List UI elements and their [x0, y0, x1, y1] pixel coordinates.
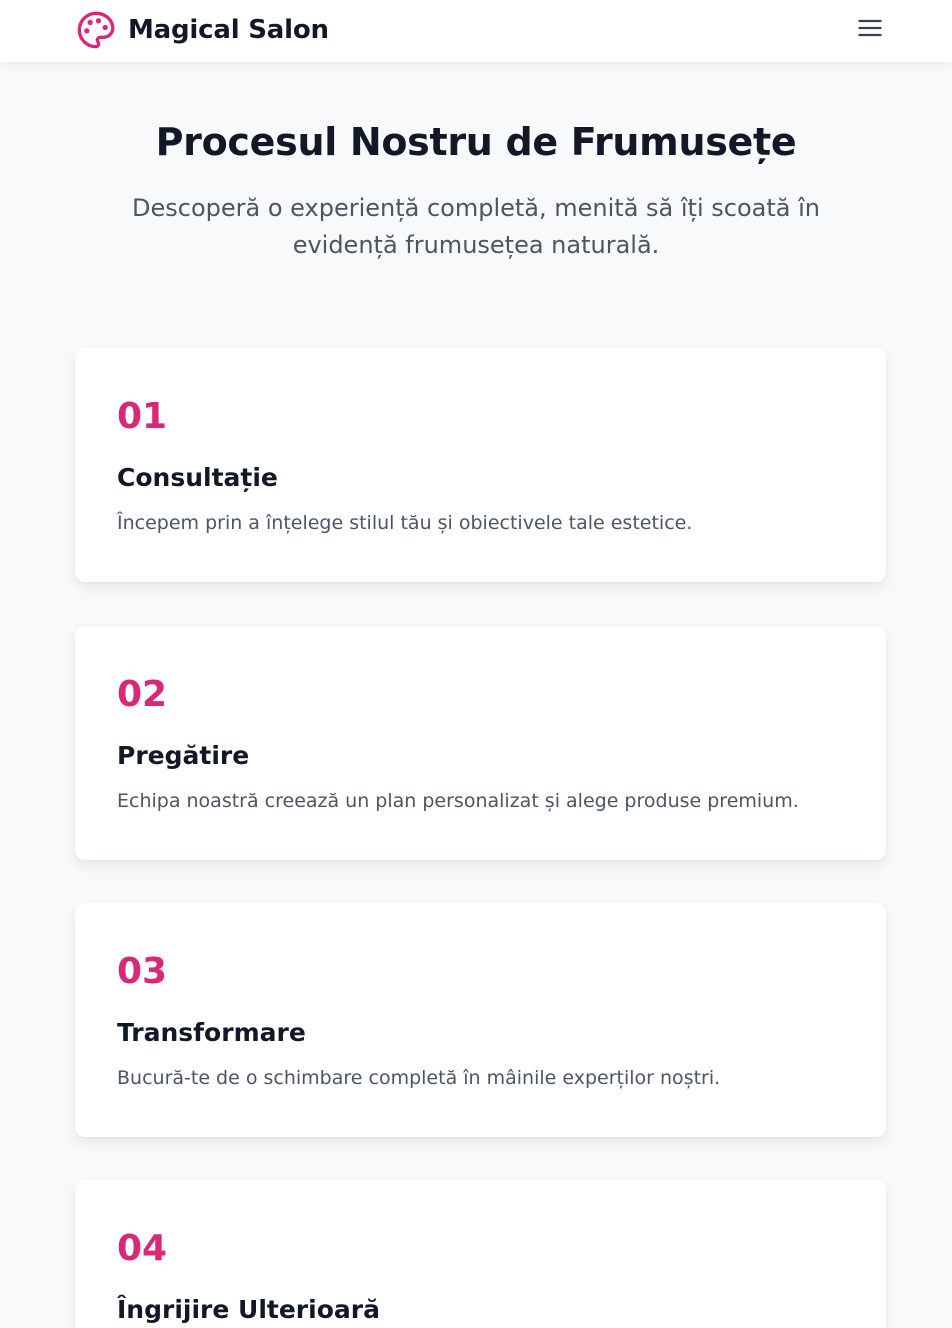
palette-icon: [76, 10, 116, 50]
step-title: Transformare: [117, 1018, 306, 1047]
menu-button[interactable]: [856, 16, 884, 44]
navbar: Magical Salon: [0, 0, 952, 62]
section-title: Procesul Nostru de Frumusețe: [155, 120, 797, 164]
step-card: 04 Îngrijire Ulterioară: [75, 1180, 886, 1328]
step-title: Pregătire: [117, 741, 250, 770]
step-description: Bucură-te de o schimbare completă în mâi…: [117, 1067, 721, 1089]
hamburger-menu-icon: [856, 14, 884, 46]
step-card: 03 Transformare Bucură-te de o schimbare…: [75, 903, 886, 1137]
step-description: Echipa noastră creează un plan personali…: [117, 790, 799, 812]
step-card: 01 Consultație Începem prin a înțelege s…: [75, 348, 886, 582]
step-title: Îngrijire Ulterioară: [117, 1295, 380, 1324]
brand-link[interactable]: Magical Salon: [76, 10, 329, 50]
step-number: 03: [117, 951, 168, 992]
step-description: Începem prin a înțelege stilul tău și ob…: [117, 512, 693, 534]
step-number: 02: [117, 674, 168, 715]
step-title: Consultație: [117, 463, 278, 492]
section-subtitle: Descoperă o experiență completă, menită …: [132, 194, 820, 259]
step-number: 04: [117, 1228, 168, 1269]
step-number: 01: [117, 396, 168, 437]
brand-name: Magical Salon: [128, 15, 329, 45]
step-card: 02 Pregătire Echipa noastră creează un p…: [75, 626, 886, 860]
